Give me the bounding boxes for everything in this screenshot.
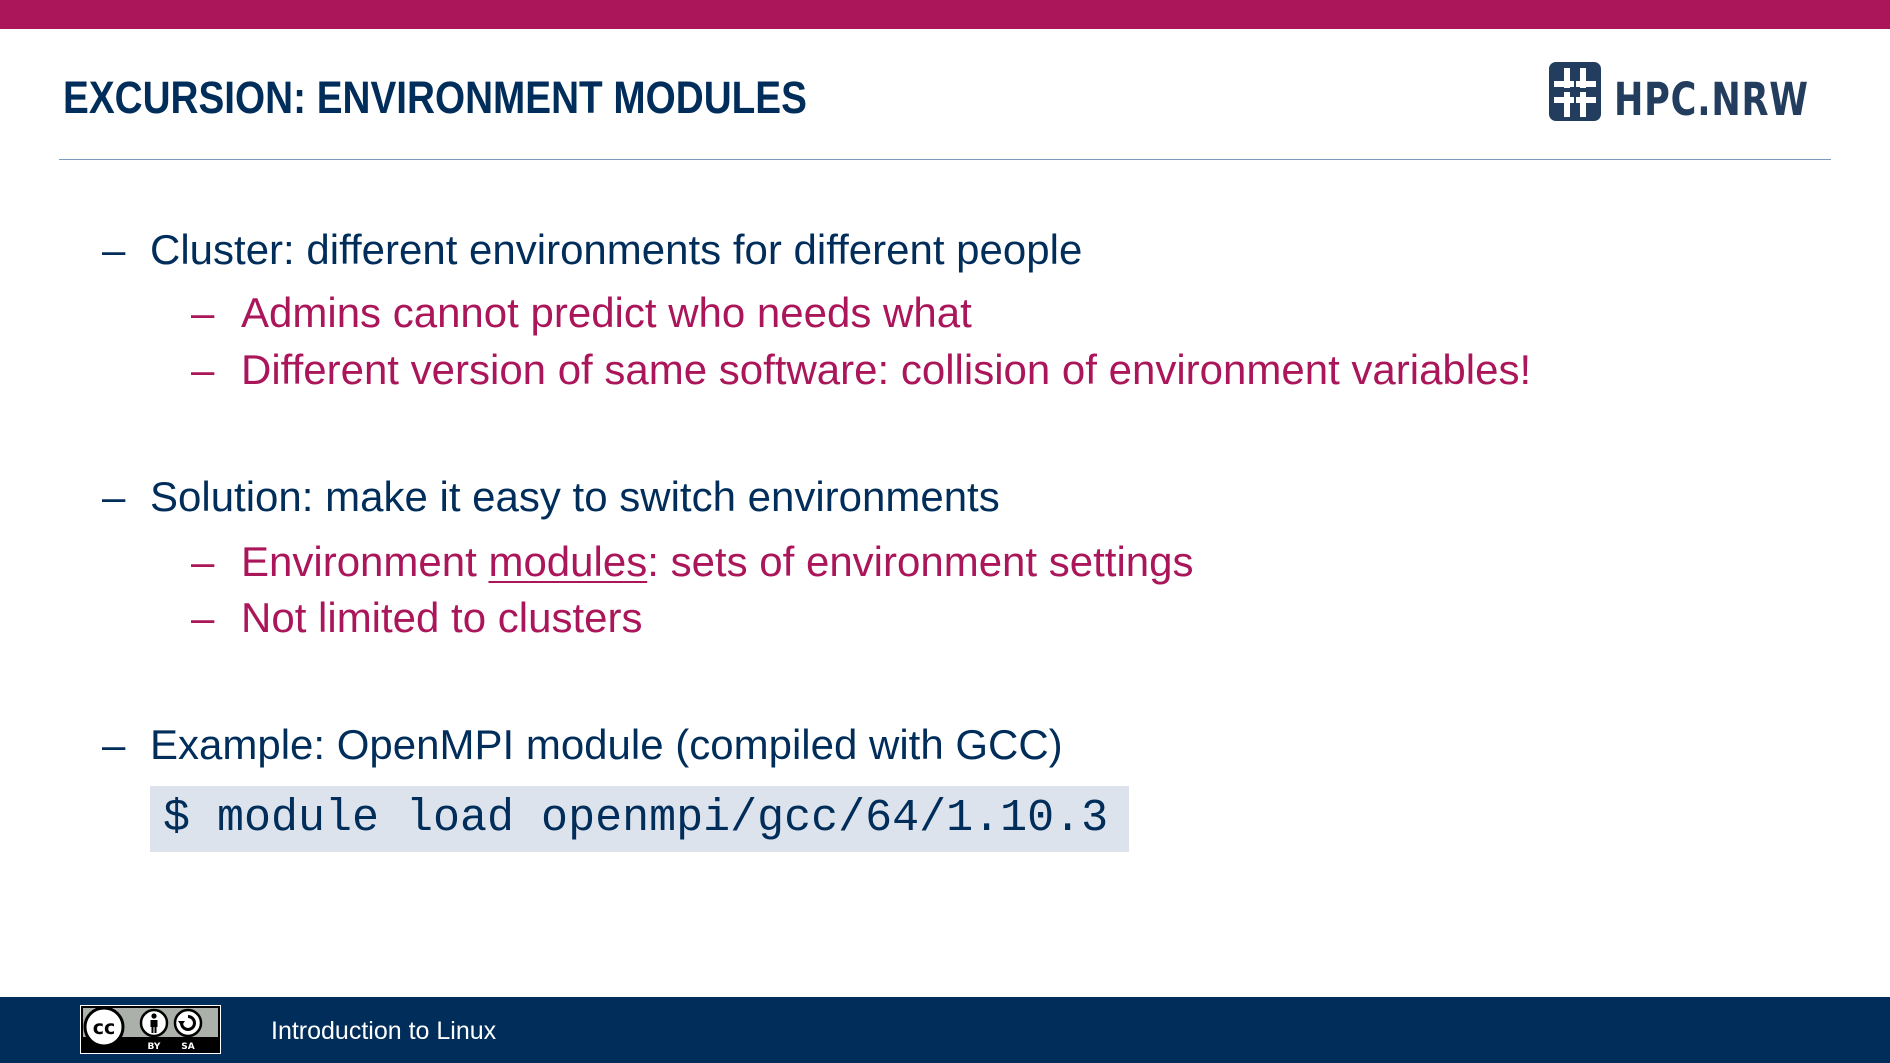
sub-bullet-item: – Not limited to clusters bbox=[191, 593, 642, 643]
cc-by-sa-license-badge: cc BY SA bbox=[80, 1005, 221, 1054]
code-command: $ module load openmpi/gcc/64/1.10.3 bbox=[163, 793, 1109, 844]
footer-title: Introduction to Linux bbox=[271, 1017, 497, 1045]
top-accent-bar bbox=[0, 0, 1890, 29]
bullet-marker: – bbox=[102, 226, 126, 273]
bullet-text: different environments for different peo… bbox=[306, 226, 1083, 273]
bullet-marker: – bbox=[191, 289, 215, 336]
modules-link[interactable]: modules bbox=[488, 538, 647, 585]
bullet-marker: – bbox=[191, 538, 215, 585]
license-sa-label: SA bbox=[181, 1042, 194, 1052]
bullet-label: Cluster: bbox=[150, 226, 295, 273]
sub-bullet-label: Different version of same software: bbox=[241, 346, 890, 393]
bullet-label: Example: bbox=[150, 721, 326, 768]
sub-bullet-item: – Environment modules: sets of environmen… bbox=[191, 537, 1194, 587]
license-by-label: BY bbox=[148, 1042, 161, 1052]
bullet-marker: – bbox=[191, 594, 215, 641]
sub-bullet-text: Admins cannot predict who needs what bbox=[241, 289, 972, 336]
bullet-label: Solution: bbox=[150, 473, 314, 520]
sub-bullet-text: sets of environment settings bbox=[670, 538, 1194, 585]
logo-text: HPC.NRW bbox=[1614, 73, 1809, 126]
bullet-marker: – bbox=[102, 721, 126, 768]
cc-icon: cc bbox=[83, 1006, 125, 1048]
title-divider bbox=[59, 159, 1831, 160]
slide-title: EXCURSION: ENVIRONMENT MODULES bbox=[63, 72, 807, 123]
footer-bar: cc BY SA Introduction to Linux bbox=[0, 997, 1890, 1063]
bullet-marker: – bbox=[102, 473, 126, 520]
svg-text:cc: cc bbox=[93, 1017, 116, 1039]
sa-icon bbox=[173, 1008, 203, 1038]
hash-icon bbox=[1549, 62, 1601, 121]
sub-bullet-prefix: Environment bbox=[241, 538, 489, 585]
bullet-item: – Example: OpenMPI module (compiled with … bbox=[102, 720, 1063, 770]
sub-bullet-text: Not limited to clusters bbox=[241, 594, 643, 641]
bullet-marker: – bbox=[191, 346, 215, 393]
sub-bullet-item: – Different version of same software: col… bbox=[191, 345, 1531, 395]
code-block: $ module load openmpi/gcc/64/1.10.3 bbox=[150, 786, 1129, 852]
bullet-item: – Solution: make it easy to switch enviro… bbox=[102, 472, 1000, 522]
by-icon bbox=[139, 1008, 169, 1038]
bullet-text: make it easy to switch environments bbox=[325, 473, 1000, 520]
sub-bullet-suffix: : bbox=[647, 538, 659, 585]
hpc-nrw-logo: HPC.NRW bbox=[1549, 62, 1829, 124]
bullet-text: OpenMPI module (compiled with GCC) bbox=[336, 721, 1063, 768]
sub-bullet-text: collision of environment variables! bbox=[900, 346, 1532, 393]
sub-bullet-item: – Admins cannot predict who needs what bbox=[191, 288, 972, 338]
bullet-item: – Cluster: different environments for dif… bbox=[102, 225, 1082, 275]
